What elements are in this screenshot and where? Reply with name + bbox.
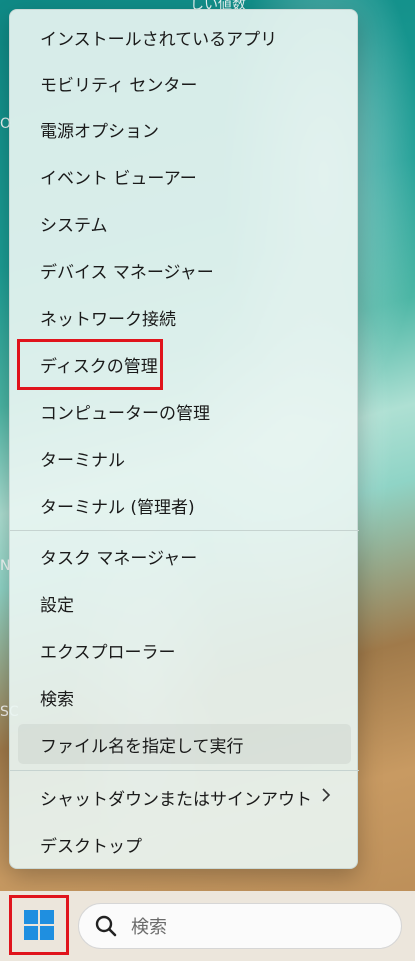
menu-item-event-viewer[interactable]: イベント ビューアー <box>18 156 351 196</box>
menu-item-network-connections[interactable]: ネットワーク接続 <box>18 297 351 337</box>
menu-item-computer-management[interactable]: コンピューターの管理 <box>18 391 351 431</box>
menu-item-disk-management[interactable]: ディスクの管理 <box>18 344 351 384</box>
start-button[interactable] <box>15 903 63 951</box>
menu-item-terminal-admin[interactable]: ターミナル (管理者) <box>18 485 351 525</box>
taskbar: 検索 <box>0 891 415 961</box>
search-icon <box>95 915 117 937</box>
menu-item-desktop[interactable]: デスクトップ <box>18 824 351 864</box>
menu-separator-2 <box>10 770 359 771</box>
menu-item-terminal[interactable]: ターミナル <box>18 438 351 478</box>
menu-item-task-manager[interactable]: タスク マネージャー <box>18 536 351 576</box>
windows-logo-icon <box>23 909 55 945</box>
search-placeholder: 検索 <box>131 917 167 938</box>
menu-separator-1 <box>10 530 359 531</box>
quick-link-menu: インストールされているアプリ モビリティ センター 電源オプション イベント ビ… <box>9 9 359 869</box>
menu-item-power-options[interactable]: 電源オプション <box>18 109 351 149</box>
menu-item-settings[interactable]: 設定 <box>18 583 351 623</box>
menu-item-explorer[interactable]: エクスプローラー <box>18 630 351 670</box>
menu-item-installed-apps[interactable]: インストールされているアプリ <box>18 17 351 57</box>
chevron-right-icon <box>321 788 331 806</box>
menu-item-system[interactable]: システム <box>18 203 351 243</box>
taskbar-search-box[interactable]: 検索 <box>78 903 402 949</box>
menu-item-search[interactable]: 検索 <box>18 677 351 717</box>
menu-item-shutdown-signout[interactable]: シャットダウンまたはサインアウト <box>18 777 351 817</box>
menu-item-shutdown-label: シャットダウンまたはサインアウト <box>40 789 312 810</box>
menu-item-mobility-center[interactable]: モビリティ センター <box>18 63 351 103</box>
menu-item-run[interactable]: ファイル名を指定して実行 <box>18 724 351 764</box>
menu-item-device-manager[interactable]: デバイス マネージャー <box>18 250 351 290</box>
